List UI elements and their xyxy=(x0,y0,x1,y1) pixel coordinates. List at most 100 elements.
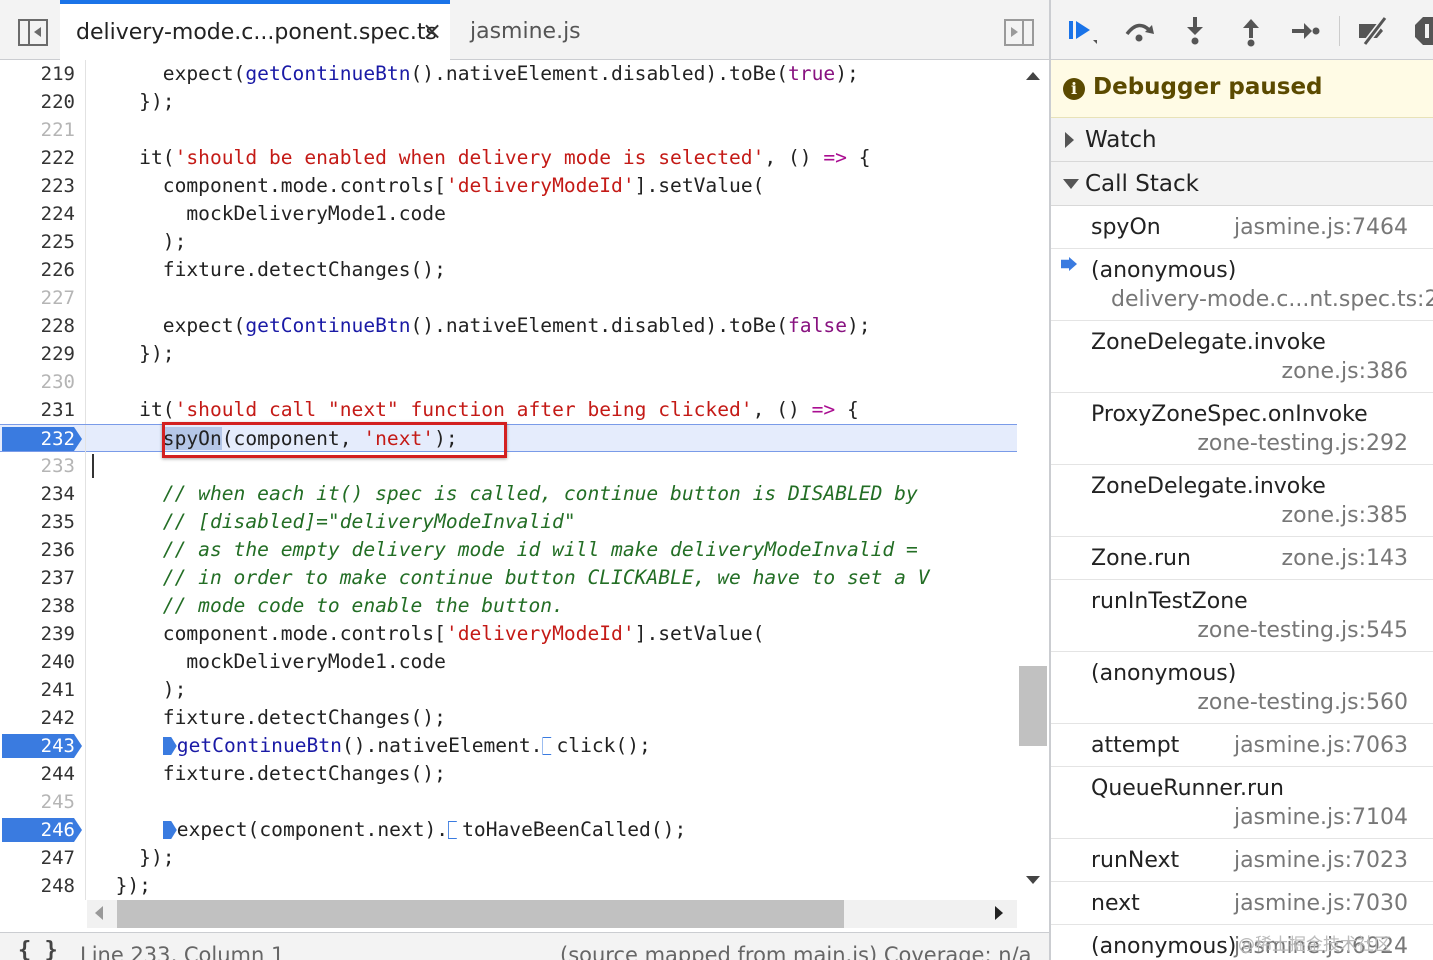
toggle-navigator-icon[interactable] xyxy=(18,19,48,46)
call-stack-frame[interactable]: ZoneDelegate.invoke zone.js:386 xyxy=(1051,321,1433,393)
line-gutter[interactable]: 233 xyxy=(0,452,86,480)
line-gutter[interactable]: 225 xyxy=(0,228,86,256)
tab-jasmine-js[interactable]: jasmine.js xyxy=(470,0,581,60)
call-stack-frame[interactable]: (anonymous) zone-testing.js:560 xyxy=(1051,652,1433,724)
line-gutter[interactable]: 226 xyxy=(0,256,86,284)
call-stack-frame[interactable]: next jasmine.js:7030 xyxy=(1051,882,1433,925)
line-gutter[interactable]: 224 xyxy=(0,200,86,228)
line-gutter[interactable]: 234 xyxy=(0,480,86,508)
deactivate-breakpoints-button[interactable] xyxy=(1355,14,1391,48)
line-gutter[interactable]: 239 xyxy=(0,620,86,648)
frame-location-link[interactable]: zone.js:386 xyxy=(1282,358,1408,386)
call-stack-frame[interactable]: runInTestZone zone-testing.js:545 xyxy=(1051,580,1433,652)
vertical-scrollbar[interactable] xyxy=(1017,60,1049,900)
vertical-scroll-thumb[interactable] xyxy=(1019,666,1047,746)
frame-location-link[interactable]: jasmine.js:7104 xyxy=(1234,804,1408,832)
code-line[interactable]: 229 }); xyxy=(0,340,1017,368)
code-line[interactable]: 241 ); xyxy=(0,676,1017,704)
frame-location-link[interactable]: zone.js:385 xyxy=(1282,502,1408,530)
code-line[interactable]: 223 component.mode.controls['deliveryMod… xyxy=(0,172,1017,200)
code-line[interactable]: 230 xyxy=(0,368,1017,396)
code-line[interactable]: 235 // [disabled]="deliveryModeInvalid" xyxy=(0,508,1017,536)
code-line[interactable]: 221 xyxy=(0,116,1017,144)
call-stack-frame[interactable]: spyOn jasmine.js:7464 xyxy=(1051,206,1433,249)
line-gutter[interactable]: 243 xyxy=(0,732,86,760)
line-gutter[interactable]: 244 xyxy=(0,760,86,788)
code-line[interactable]: 244 fixture.detectChanges(); xyxy=(0,760,1017,788)
scroll-left-arrow-icon[interactable] xyxy=(95,906,103,920)
line-gutter[interactable]: 236 xyxy=(0,536,86,564)
step-button[interactable] xyxy=(1287,14,1323,48)
watch-section-header[interactable]: Watch xyxy=(1051,118,1433,162)
close-icon[interactable]: × xyxy=(422,2,442,60)
frame-location-link[interactable]: zone-testing.js:560 xyxy=(1197,689,1408,717)
frame-location-link[interactable]: zone-testing.js:545 xyxy=(1197,617,1408,645)
code-line[interactable]: 243 getContinueBtn().nativeElement. click… xyxy=(0,732,1017,760)
line-gutter[interactable]: 245 xyxy=(0,788,86,816)
call-stack-frame[interactable]: ProxyZoneSpec.onInvoke zone-testing.js:29… xyxy=(1051,393,1433,465)
code-editor[interactable]: 219 expect(getContinueBtn().nativeElemen… xyxy=(0,60,1017,900)
code-line[interactable]: 234 // when each it() spec is called, co… xyxy=(0,480,1017,508)
inline-breakpoint-icon[interactable] xyxy=(448,821,463,839)
line-gutter[interactable]: 235 xyxy=(0,508,86,536)
inline-breakpoint-icon[interactable] xyxy=(542,737,557,755)
code-line[interactable]: 232 spyOn(component, 'next'); xyxy=(0,424,1017,453)
call-stack-frame[interactable]: (anonymous) delivery-mode.c...nt.spec.ts:… xyxy=(1051,249,1433,321)
line-gutter[interactable]: 220 xyxy=(0,88,86,116)
line-gutter[interactable]: 230 xyxy=(0,368,86,396)
call-stack-section-header[interactable]: Call Stack xyxy=(1051,162,1433,206)
scroll-down-arrow-icon[interactable] xyxy=(1026,876,1040,884)
frame-location-link[interactable]: jasmine.js:7030 xyxy=(1234,890,1408,918)
line-gutter[interactable]: 228 xyxy=(0,312,86,340)
code-line[interactable]: 220 }); xyxy=(0,88,1017,116)
call-stack-frame[interactable]: attempt jasmine.js:7063 xyxy=(1051,724,1433,767)
code-line[interactable]: 224 mockDeliveryMode1.code xyxy=(0,200,1017,228)
code-line[interactable]: 246 expect(component.next). toHaveBeenCal… xyxy=(0,816,1017,844)
code-line[interactable]: 225 ); xyxy=(0,228,1017,256)
line-gutter[interactable]: 238 xyxy=(0,592,86,620)
line-gutter[interactable]: 219 xyxy=(0,60,86,88)
pretty-print-button[interactable]: { } xyxy=(18,933,58,960)
inline-breakpoint-icon[interactable] xyxy=(162,821,177,839)
frame-location-link[interactable]: zone.js:143 xyxy=(1282,545,1408,573)
step-into-button[interactable] xyxy=(1177,14,1213,48)
frame-location-link[interactable]: jasmine.js:7063 xyxy=(1234,732,1408,760)
resume-button[interactable] xyxy=(1063,14,1099,48)
line-gutter[interactable]: 248 xyxy=(0,872,86,900)
line-gutter[interactable]: 242 xyxy=(0,704,86,732)
pause-on-exceptions-button[interactable] xyxy=(1413,14,1433,48)
scroll-up-arrow-icon[interactable] xyxy=(1026,72,1040,80)
inline-breakpoint-icon[interactable] xyxy=(162,737,177,755)
line-gutter[interactable]: 223 xyxy=(0,172,86,200)
code-line[interactable]: 233 xyxy=(0,452,1017,480)
frame-location-link[interactable]: jasmine.js:7464 xyxy=(1234,214,1408,242)
frame-location-link[interactable]: delivery-mode.c...nt.spec.ts:232 xyxy=(1111,286,1433,314)
line-gutter[interactable]: 222 xyxy=(0,144,86,172)
source-map-info[interactable]: (source mapped from main.js) Coverage: n… xyxy=(560,933,1031,960)
call-stack-frame[interactable]: ZoneDelegate.invoke zone.js:385 xyxy=(1051,465,1433,537)
horizontal-scroll-thumb[interactable] xyxy=(117,900,844,928)
call-stack-frame[interactable]: runNext jasmine.js:7023 xyxy=(1051,839,1433,882)
toggle-debugger-sidebar-icon[interactable] xyxy=(1004,19,1034,46)
code-line[interactable]: 245 xyxy=(0,788,1017,816)
call-stack-frame[interactable]: QueueRunner.run jasmine.js:7104 xyxy=(1051,767,1433,839)
code-line[interactable]: 247 }); xyxy=(0,844,1017,872)
horizontal-scrollbar[interactable] xyxy=(87,900,1017,928)
code-line[interactable]: 228 expect(getContinueBtn().nativeElemen… xyxy=(0,312,1017,340)
line-gutter[interactable]: 231 xyxy=(0,396,86,424)
code-line[interactable]: 222 it('should be enabled when delivery … xyxy=(0,144,1017,172)
code-line[interactable]: 227 xyxy=(0,284,1017,312)
code-line[interactable]: 239 component.mode.controls['deliveryMod… xyxy=(0,620,1017,648)
call-stack-frame[interactable]: Zone.run zone.js:143 xyxy=(1051,537,1433,580)
code-line[interactable]: 231 it('should call "next" function afte… xyxy=(0,396,1017,424)
code-line[interactable]: 242 fixture.detectChanges(); xyxy=(0,704,1017,732)
line-gutter[interactable]: 232 xyxy=(0,425,86,453)
line-gutter[interactable]: 229 xyxy=(0,340,86,368)
code-line[interactable]: 240 mockDeliveryMode1.code xyxy=(0,648,1017,676)
line-gutter[interactable]: 240 xyxy=(0,648,86,676)
line-gutter[interactable]: 241 xyxy=(0,676,86,704)
scroll-right-arrow-icon[interactable] xyxy=(995,906,1003,920)
code-line[interactable]: 248 }); xyxy=(0,872,1017,900)
code-line[interactable]: 236 // as the empty delivery mode id wil… xyxy=(0,536,1017,564)
code-line[interactable]: 237 // in order to make continue button … xyxy=(0,564,1017,592)
